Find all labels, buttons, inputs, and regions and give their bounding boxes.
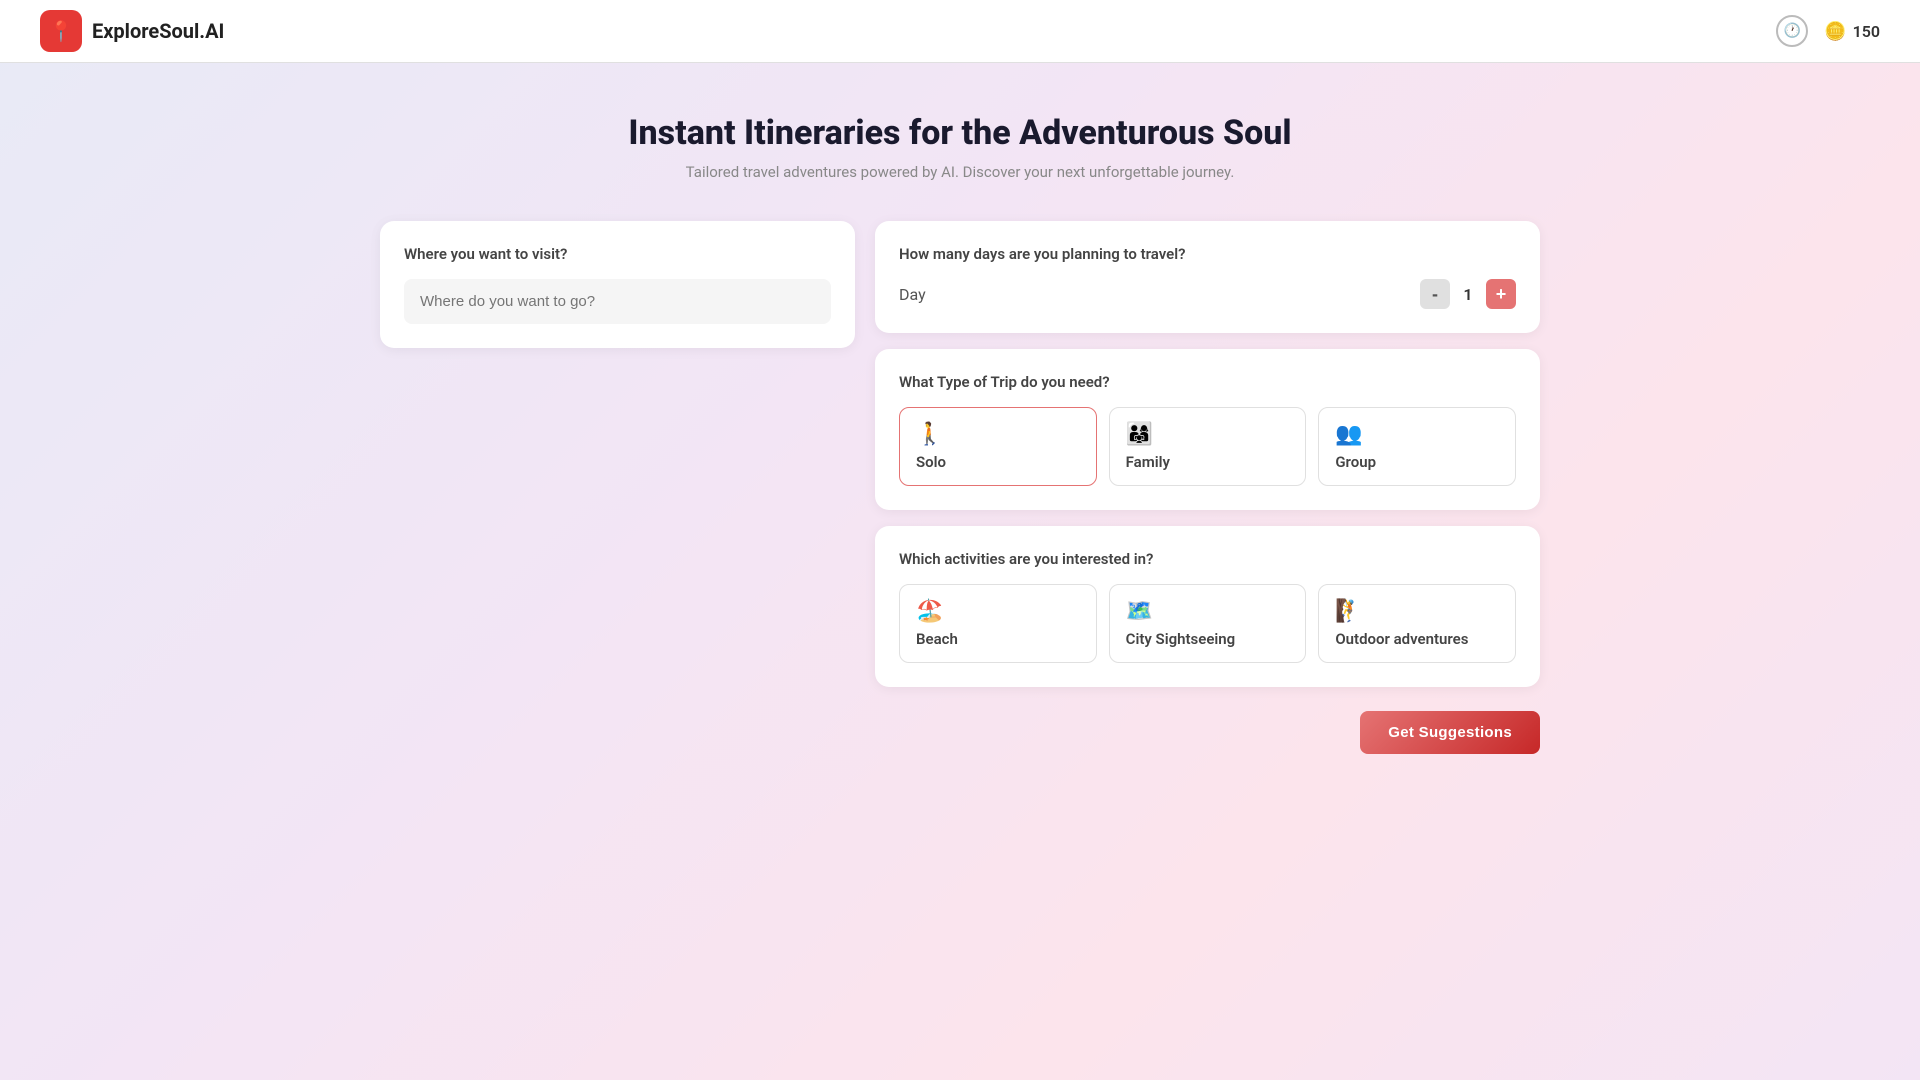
logo-icon: 📍 bbox=[40, 10, 82, 52]
trip-type-family[interactable]: 👨‍👩‍👧 Family bbox=[1109, 407, 1307, 486]
family-icon: 👨‍👩‍👧 bbox=[1126, 422, 1290, 447]
coin-icon: 🪙 bbox=[1824, 21, 1846, 42]
destination-label: Where you want to visit? bbox=[404, 245, 831, 263]
days-label: How many days are you planning to travel… bbox=[899, 245, 1516, 263]
coin-amount: 150 bbox=[1853, 22, 1880, 41]
cta-row: Get Suggestions bbox=[875, 711, 1540, 754]
family-label: Family bbox=[1126, 453, 1290, 471]
destination-input[interactable] bbox=[404, 279, 831, 324]
header-right: 🕐 🪙 150 bbox=[1776, 15, 1880, 47]
day-counter: - 1 + bbox=[1420, 279, 1516, 309]
solo-icon: 🚶 bbox=[916, 422, 1080, 447]
days-row: Day - 1 + bbox=[899, 279, 1516, 309]
activity-beach[interactable]: 🏖️ Beach bbox=[899, 584, 1097, 663]
day-unit-label: Day bbox=[899, 285, 926, 304]
solo-label: Solo bbox=[916, 453, 1080, 471]
app-title: ExploreSoul.AI bbox=[92, 19, 224, 43]
right-column: How many days are you planning to travel… bbox=[875, 221, 1540, 754]
trip-type-label: What Type of Trip do you need? bbox=[899, 373, 1516, 391]
logo-area: 📍 ExploreSoul.AI bbox=[40, 10, 224, 52]
decrement-day-button[interactable]: - bbox=[1420, 279, 1450, 309]
page-title: Instant Itineraries for the Adventurous … bbox=[380, 113, 1540, 153]
main-content: Instant Itineraries for the Adventurous … bbox=[360, 63, 1560, 794]
group-icon: 👥 bbox=[1335, 422, 1499, 447]
trip-type-options: 🚶 Solo 👨‍👩‍👧 Family 👥 Group bbox=[899, 407, 1516, 486]
destination-card: Where you want to visit? bbox=[380, 221, 855, 348]
beach-icon: 🏖️ bbox=[916, 599, 1080, 624]
clock-icon[interactable]: 🕐 bbox=[1776, 15, 1808, 47]
form-layout: Where you want to visit? How many days a… bbox=[380, 221, 1540, 754]
activities-label: Which activities are you interested in? bbox=[899, 550, 1516, 568]
activities-options: 🏖️ Beach 🗺️ City Sightseeing 🧗 Outdoor a… bbox=[899, 584, 1516, 663]
trip-type-group[interactable]: 👥 Group bbox=[1318, 407, 1516, 486]
beach-label: Beach bbox=[916, 630, 1080, 648]
activities-card: Which activities are you interested in? … bbox=[875, 526, 1540, 687]
outdoor-adventures-icon: 🧗 bbox=[1335, 599, 1499, 624]
city-sightseeing-icon: 🗺️ bbox=[1126, 599, 1290, 624]
activity-city-sightseeing[interactable]: 🗺️ City Sightseeing bbox=[1109, 584, 1307, 663]
days-card: How many days are you planning to travel… bbox=[875, 221, 1540, 333]
header: 📍 ExploreSoul.AI 🕐 🪙 150 bbox=[0, 0, 1920, 63]
get-suggestions-button[interactable]: Get Suggestions bbox=[1360, 711, 1540, 754]
trip-type-solo[interactable]: 🚶 Solo bbox=[899, 407, 1097, 486]
city-sightseeing-label: City Sightseeing bbox=[1126, 630, 1290, 648]
trip-type-card: What Type of Trip do you need? 🚶 Solo 👨‍… bbox=[875, 349, 1540, 510]
group-label: Group bbox=[1335, 453, 1499, 471]
outdoor-adventures-label: Outdoor adventures bbox=[1335, 630, 1499, 648]
activity-outdoor-adventures[interactable]: 🧗 Outdoor adventures bbox=[1318, 584, 1516, 663]
coins-display: 🪙 150 bbox=[1824, 21, 1880, 42]
increment-day-button[interactable]: + bbox=[1486, 279, 1516, 309]
page-subtitle: Tailored travel adventures powered by AI… bbox=[380, 163, 1540, 181]
day-count-value: 1 bbox=[1458, 285, 1478, 304]
